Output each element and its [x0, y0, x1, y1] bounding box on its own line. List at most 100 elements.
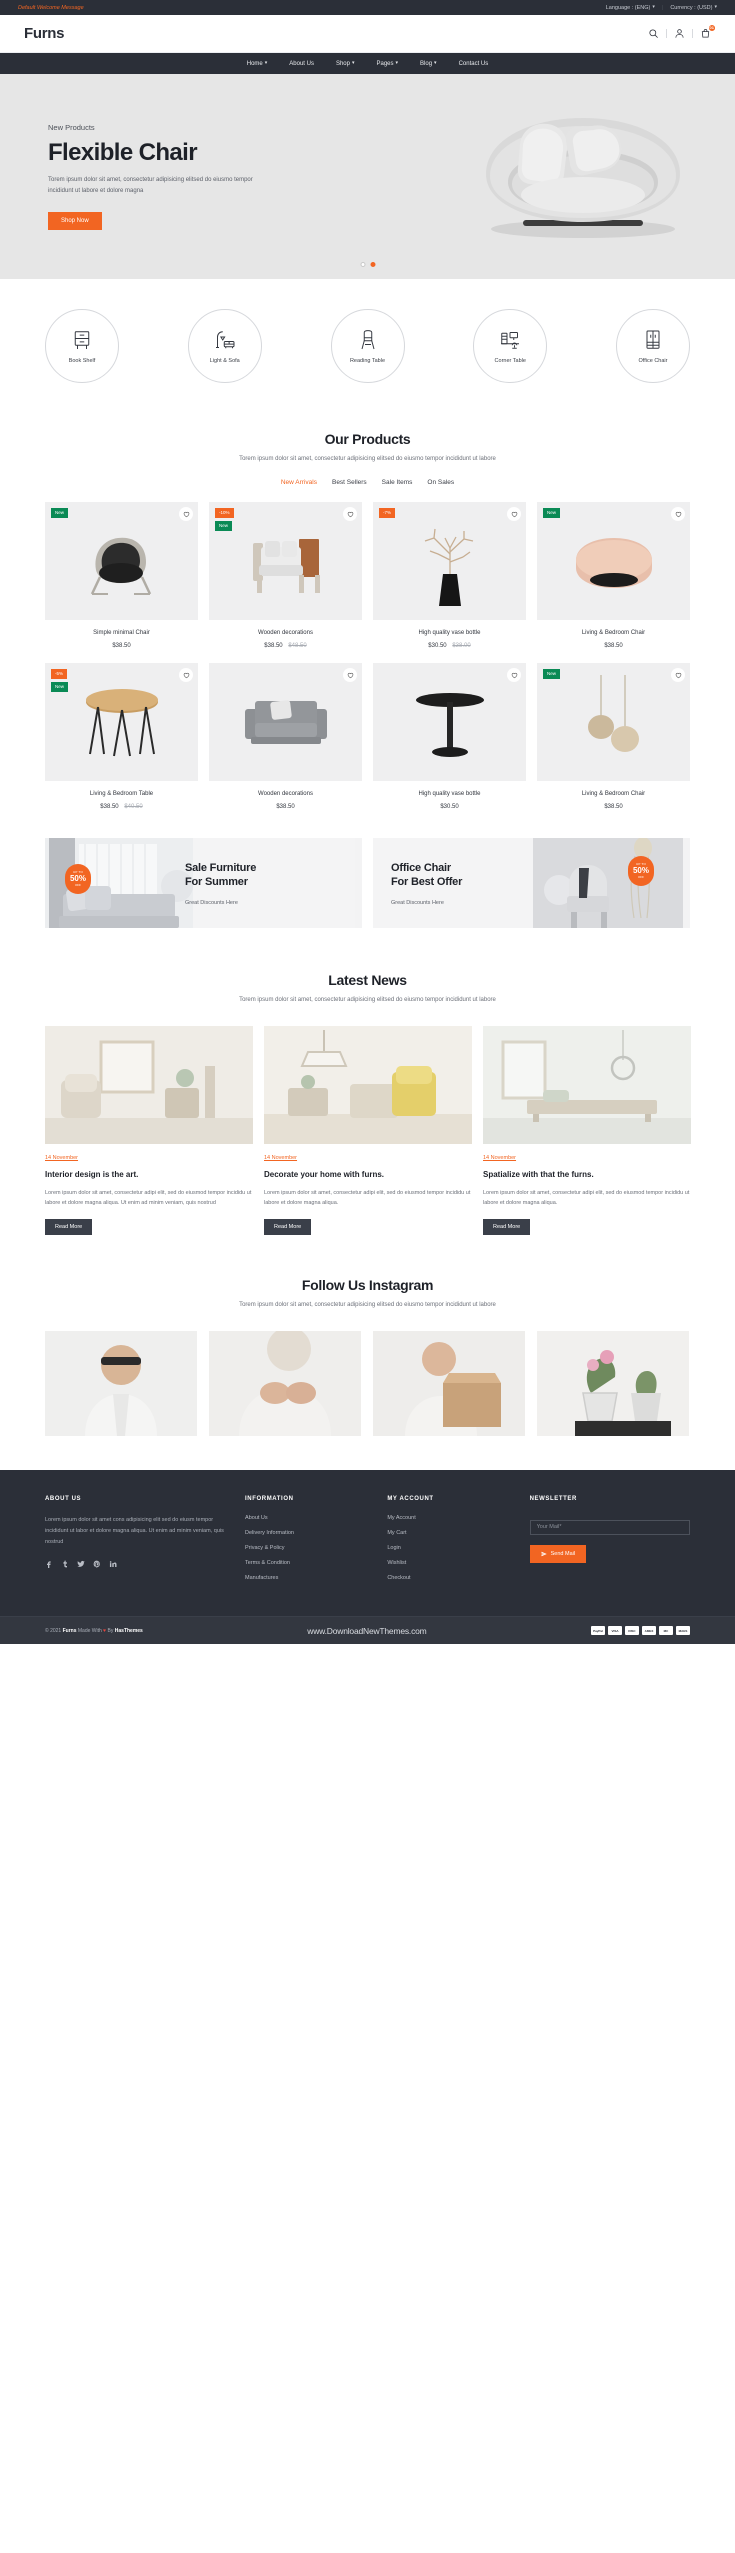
man-with-sunglasses-art [45, 1331, 197, 1437]
product-card[interactable]: New Living & Bedroom Chair $38.50 [537, 663, 690, 810]
product-card[interactable]: New Living & Bedroom Chair $38.50 [537, 502, 690, 649]
footer-link-checkout[interactable]: Checkout [387, 1575, 515, 1581]
category-corner-table[interactable]: Corner Table [473, 309, 548, 383]
twitter-icon[interactable] [77, 1560, 85, 1568]
nav-item-shop[interactable]: Shop ▾ [336, 61, 355, 67]
wishlist-button[interactable] [179, 507, 193, 522]
product-card[interactable]: New Simple minimal Chair $38.50 [45, 502, 198, 649]
logo[interactable]: Furns [24, 25, 64, 42]
nav-item-about-us[interactable]: About Us [289, 61, 314, 67]
nav-item-pages[interactable]: Pages ▾ [377, 61, 399, 67]
user-account-icon[interactable] [674, 28, 685, 39]
footer-about-text: Lorem ipsum dolor sit amet cons adipisic… [45, 1517, 224, 1546]
tab-best-sellers[interactable]: Best Sellers [332, 479, 367, 486]
wishlist-button[interactable] [507, 668, 521, 683]
read-more-button[interactable]: Read More [483, 1218, 531, 1235]
promo-banner-office-chair[interactable]: UP TO 50% OFF Office Chair For Best Offe… [373, 838, 690, 929]
currency-selector[interactable]: Currency : (USD) ▾ [670, 5, 717, 11]
badge-new: New [543, 508, 561, 518]
tab-on-sales[interactable]: On Sales [427, 479, 454, 486]
product-card[interactable]: Wooden decorations $38.50 [209, 663, 362, 810]
footer-link-manufactures[interactable]: Manufactures [245, 1575, 373, 1581]
instagram-photo-1[interactable] [45, 1331, 198, 1437]
language-selector[interactable]: Language : (ENG) ▾ [606, 5, 655, 11]
footer-link-wishlist[interactable]: Wishlist [387, 1560, 515, 1566]
footer-link-about-us[interactable]: About Us [245, 1515, 373, 1521]
wishlist-button[interactable] [671, 507, 685, 522]
footer-link-my-account[interactable]: My Account [387, 1515, 515, 1521]
product-price: $38.50 [45, 643, 198, 649]
nav-item-home[interactable]: Home ▾ [247, 61, 268, 67]
product-card[interactable]: High quality vase bottle $30.50 [373, 663, 526, 810]
payment-discover-icon: DISC [625, 1626, 639, 1636]
news-date[interactable]: 14 November [264, 1155, 297, 1161]
footer-link-my-cart[interactable]: My Cart [387, 1530, 515, 1536]
badge-group: -7% [379, 508, 396, 518]
footer-link-login[interactable]: Login [387, 1545, 515, 1551]
read-more-button[interactable]: Read More [264, 1218, 312, 1235]
heart-icon [347, 672, 353, 678]
category-light-sofa[interactable]: Light & Sofa [187, 309, 262, 383]
pinterest-icon[interactable] [93, 1560, 101, 1568]
promo-banner-sale-furniture[interactable]: UP TO 50% OFF Sale Furniture For Summer … [45, 838, 362, 929]
linkedin-icon[interactable] [109, 1560, 117, 1568]
category-office-chair[interactable]: Office Chair [616, 309, 690, 383]
shop-now-button[interactable]: Shop Now [48, 212, 102, 231]
hero-dot-1[interactable] [360, 262, 365, 267]
instagram-photo-2[interactable] [209, 1331, 362, 1437]
nav-item-blog[interactable]: Blog ▾ [420, 61, 437, 67]
promo-title-line2: For Summer [185, 876, 248, 889]
category-label: Light & Sofa [209, 358, 240, 364]
wishlist-button[interactable] [179, 668, 193, 683]
promo-subtitle: Great Discounts Here [391, 899, 444, 906]
tab-sale-items[interactable]: Sale Items [382, 479, 413, 486]
badge-new: New [543, 669, 561, 679]
instagram-photo-4[interactable] [537, 1331, 690, 1437]
category-label: Reading Table [349, 358, 386, 364]
product-card[interactable]: -7% High quality vase bottle $30.50 $38.… [373, 502, 526, 649]
read-more-button[interactable]: Read More [45, 1218, 93, 1235]
product-price: $38.50 $40.50 [45, 804, 198, 810]
price-current: $30.50 [440, 804, 459, 811]
tumblr-icon[interactable] [61, 1560, 69, 1568]
news-date[interactable]: 14 November [45, 1155, 78, 1161]
interior-room-2-art [264, 1026, 472, 1145]
facebook-icon[interactable] [45, 1560, 53, 1569]
newsletter-email-input[interactable] [529, 1519, 690, 1535]
product-price: $30.50 $38.00 [373, 643, 526, 649]
news-card[interactable]: 14 November Spatialize with that the fur… [483, 1026, 691, 1235]
wishlist-button[interactable] [343, 668, 357, 683]
product-card[interactable]: -5% New Living & Bedroom Table $38.50 $4… [45, 663, 198, 810]
footer-link-privacy-policy[interactable]: Privacy & Policy [245, 1545, 373, 1551]
footer-link-delivery-information[interactable]: Delivery Information [245, 1530, 373, 1536]
search-icon[interactable] [648, 28, 659, 39]
product-price: $38.50 [209, 804, 362, 810]
wood-armchair-art [252, 539, 320, 594]
badge-off: OFF [638, 875, 644, 880]
payment-methods: PayPal VISA DISC AMEX MC MAES [591, 1626, 690, 1636]
instagram-photo-3[interactable] [373, 1331, 526, 1437]
nav-label: Contact Us [458, 60, 489, 67]
news-date[interactable]: 14 November [483, 1155, 516, 1161]
wishlist-button[interactable] [507, 507, 521, 522]
site-url: www.DownloadNewThemes.com [307, 1625, 427, 1636]
payment-visa-icon: VISA [608, 1626, 622, 1636]
category-reading-table[interactable]: Reading Table [330, 309, 405, 383]
nav-item-contact-us[interactable]: Contact Us [459, 61, 489, 67]
badge-off: OFF [75, 883, 81, 888]
wishlist-button[interactable] [343, 507, 357, 522]
send-mail-button[interactable]: Send Mail [529, 1544, 587, 1563]
wishlist-button[interactable] [671, 668, 685, 683]
cart-icon[interactable]: 01 [700, 25, 715, 39]
hero-dot-2[interactable] [370, 262, 375, 267]
news-card[interactable]: 14 November Decorate your home with furn… [264, 1026, 472, 1235]
footer-link-terms-condition[interactable]: Terms & Condition [245, 1560, 373, 1566]
heart-icon [511, 511, 517, 517]
nav-label: Home [246, 60, 263, 67]
tab-new-arrivals[interactable]: New Arrivals [281, 479, 317, 486]
news-card[interactable]: 14 November Interior design is the art. … [45, 1026, 253, 1235]
product-card[interactable]: -10% New Wooden decorations $38.50 $48.5… [209, 502, 362, 649]
page: Default Welcome Message Language : (ENG)… [0, 0, 735, 1645]
category-book-shelf[interactable]: Book Shelf [45, 309, 119, 383]
promo-title: Office Chair For Best Offer [391, 861, 462, 890]
